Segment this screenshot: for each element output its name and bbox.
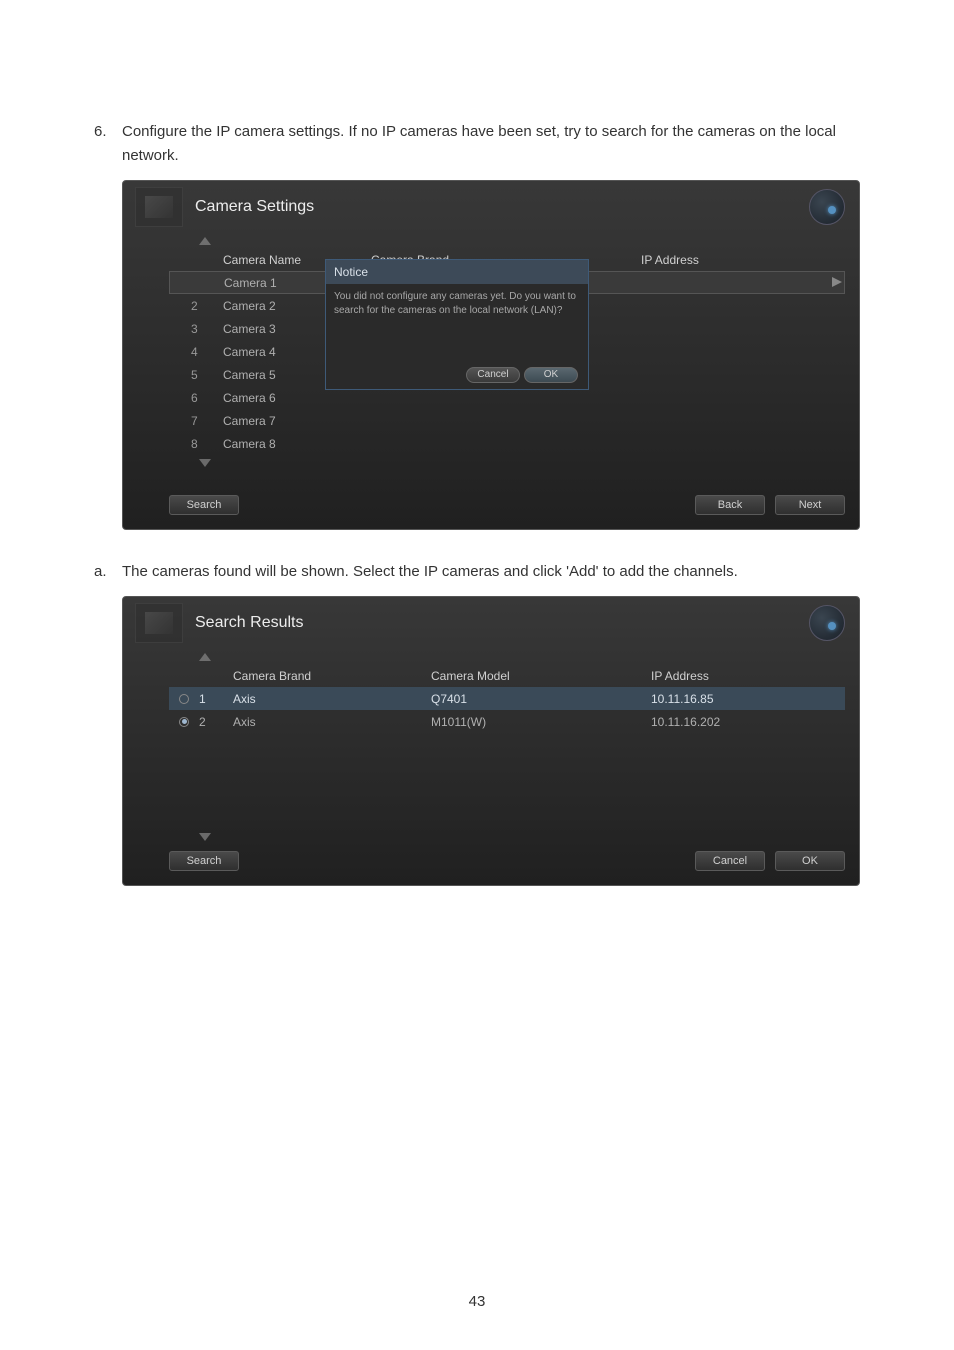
page-number: 43: [0, 1293, 954, 1310]
dialog-ok-button[interactable]: OK: [524, 367, 578, 383]
step-a-text: The cameras found will be shown. Select …: [122, 560, 860, 584]
step-a-number: a.: [94, 560, 122, 584]
header-ip-address: IP Address: [651, 669, 791, 683]
back-button[interactable]: Back: [695, 495, 765, 515]
camera-row[interactable]: 8 Camera 8: [169, 432, 845, 455]
header-camera-model: Camera Model: [431, 669, 651, 683]
help-icon[interactable]: [809, 189, 845, 225]
radio-icon[interactable]: [179, 694, 189, 704]
cancel-button[interactable]: Cancel: [695, 851, 765, 871]
step-6-number: 6.: [94, 120, 122, 168]
scroll-up-icon[interactable]: [199, 237, 211, 245]
notice-dialog: Notice You did not configure any cameras…: [325, 259, 589, 390]
screenshot-camera-settings: Camera Settings Camera Name Camera Brand…: [122, 180, 860, 530]
app-icon: [135, 603, 183, 643]
result-row[interactable]: 2 Axis M1011(W) 10.11.16.202: [169, 710, 845, 733]
radio-icon[interactable]: [179, 717, 189, 727]
search-button[interactable]: Search: [169, 851, 239, 871]
next-button[interactable]: Next: [775, 495, 845, 515]
step-6: 6. Configure the IP camera settings. If …: [94, 120, 860, 168]
dialog-title: Notice: [326, 260, 588, 284]
step-a: a. The cameras found will be shown. Sele…: [94, 560, 860, 584]
camera-row[interactable]: 7 Camera 7: [169, 409, 845, 432]
results-table-header: Camera Brand Camera Model IP Address: [169, 665, 845, 687]
dialog-message: You did not configure any cameras yet. D…: [334, 291, 576, 316]
ok-button[interactable]: OK: [775, 851, 845, 871]
scroll-up-icon[interactable]: [199, 653, 211, 661]
scroll-down-icon[interactable]: [199, 833, 211, 841]
screen-title: Search Results: [195, 614, 304, 632]
help-icon[interactable]: [809, 605, 845, 641]
step-6-text: Configure the IP camera settings. If no …: [122, 120, 860, 168]
screenshot-search-results: Search Results Camera Brand Camera Model…: [122, 596, 860, 886]
screen-title: Camera Settings: [195, 198, 314, 216]
dialog-cancel-button[interactable]: Cancel: [466, 367, 520, 383]
screenshot-header: Camera Settings: [123, 181, 859, 233]
play-icon[interactable]: [832, 276, 844, 290]
search-button[interactable]: Search: [169, 495, 239, 515]
screenshot-header: Search Results: [123, 597, 859, 649]
header-ip-address: IP Address: [641, 253, 761, 267]
result-row[interactable]: 1 Axis Q7401 10.11.16.85: [169, 687, 845, 710]
app-icon: [135, 187, 183, 227]
header-camera-brand: Camera Brand: [233, 669, 431, 683]
scroll-down-icon[interactable]: [199, 459, 211, 467]
